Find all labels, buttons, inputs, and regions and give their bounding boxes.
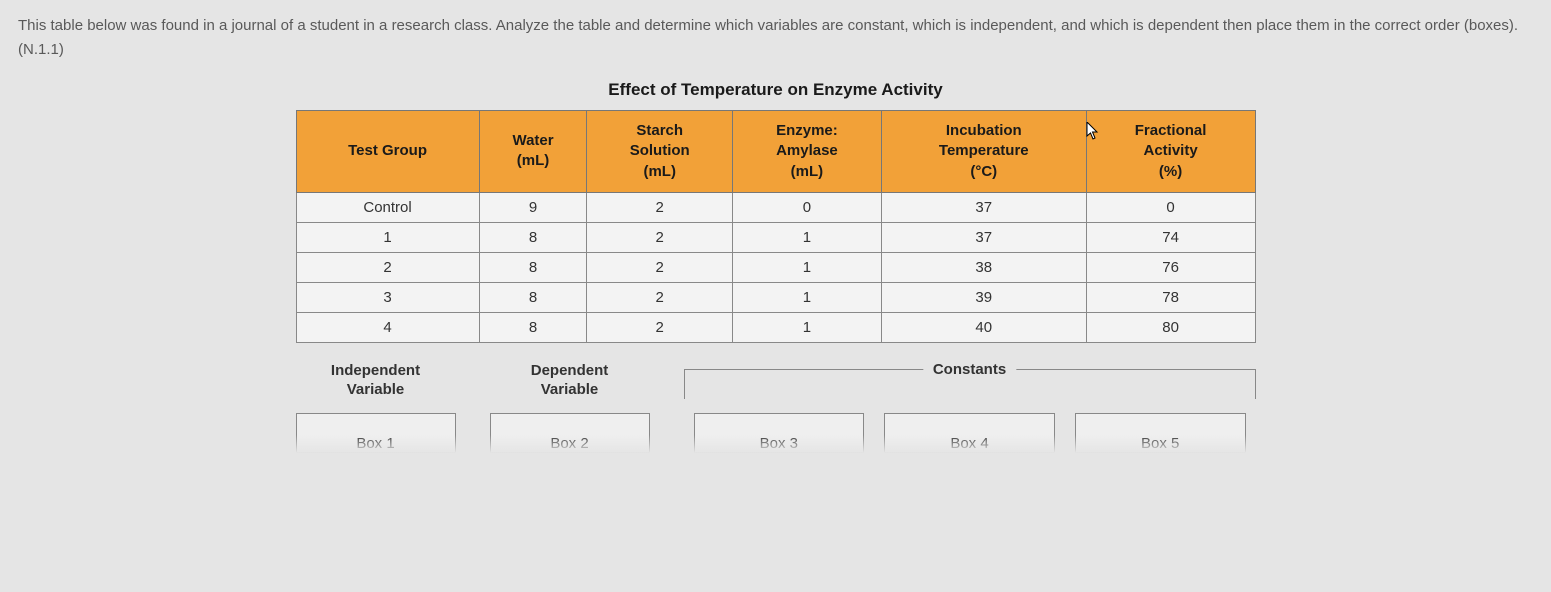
table-title: Effect of Temperature on Enzyme Activity	[296, 72, 1256, 110]
data-table: Test Group Water(mL) StarchSolution(mL) …	[296, 110, 1256, 343]
cell: 4	[296, 312, 479, 342]
table-row: 4 8 2 1 40 80	[296, 312, 1255, 342]
cell: 1	[732, 222, 881, 252]
col-header-starch: StarchSolution(mL)	[587, 111, 732, 193]
question-prompt: This table below was found in a journal …	[18, 14, 1533, 62]
cell: 2	[587, 192, 732, 222]
cell: 2	[587, 222, 732, 252]
cell: 38	[881, 252, 1086, 282]
box-1[interactable]: Box 1	[296, 413, 456, 453]
cell: 8	[479, 252, 587, 282]
box-3[interactable]: Box 3	[694, 413, 865, 453]
cell: 74	[1086, 222, 1255, 252]
cell: 0	[1086, 192, 1255, 222]
cell: 2	[587, 282, 732, 312]
independent-label: IndependentVariable	[296, 361, 456, 403]
box-2[interactable]: Box 2	[490, 413, 650, 453]
dependent-column: DependentVariable Box 2	[490, 361, 650, 453]
cell: 37	[881, 192, 1086, 222]
cell: 37	[881, 222, 1086, 252]
cell: 78	[1086, 282, 1255, 312]
cell: 3	[296, 282, 479, 312]
cell: Control	[296, 192, 479, 222]
table-row: 1 8 2 1 37 74	[296, 222, 1255, 252]
cell: 8	[479, 222, 587, 252]
col-header-activity: FractionalActivity(%)	[1086, 111, 1255, 193]
cell: 39	[881, 282, 1086, 312]
box-5[interactable]: Box 5	[1075, 413, 1246, 453]
cell: 2	[587, 312, 732, 342]
col-header-test-group: Test Group	[296, 111, 479, 193]
table-row: 3 8 2 1 39 78	[296, 282, 1255, 312]
dependent-label: DependentVariable	[490, 361, 650, 403]
cursor-icon	[1086, 122, 1100, 140]
cell: 8	[479, 312, 587, 342]
cell: 2	[587, 252, 732, 282]
col-header-water: Water(mL)	[479, 111, 587, 193]
cell: 80	[1086, 312, 1255, 342]
table-row: 2 8 2 1 38 76	[296, 252, 1255, 282]
constants-label: Constants	[923, 361, 1016, 378]
cell: 40	[881, 312, 1086, 342]
table-row: Control 9 2 0 37 0	[296, 192, 1255, 222]
col-header-temperature: IncubationTemperature(°C)	[881, 111, 1086, 193]
constants-group: Constants Box 3 Box 4 Box 5	[684, 361, 1256, 453]
cell: 1	[732, 312, 881, 342]
cell: 1	[296, 222, 479, 252]
cell: 8	[479, 282, 587, 312]
answer-area: IndependentVariable Box 1 DependentVaria…	[296, 361, 1256, 453]
cell: 76	[1086, 252, 1255, 282]
independent-column: IndependentVariable Box 1	[296, 361, 456, 453]
cell: 9	[479, 192, 587, 222]
col-header-enzyme: Enzyme:Amylase(mL)	[732, 111, 881, 193]
box-4[interactable]: Box 4	[884, 413, 1055, 453]
cell: 2	[296, 252, 479, 282]
cell: 1	[732, 282, 881, 312]
cell: 0	[732, 192, 881, 222]
cell: 1	[732, 252, 881, 282]
